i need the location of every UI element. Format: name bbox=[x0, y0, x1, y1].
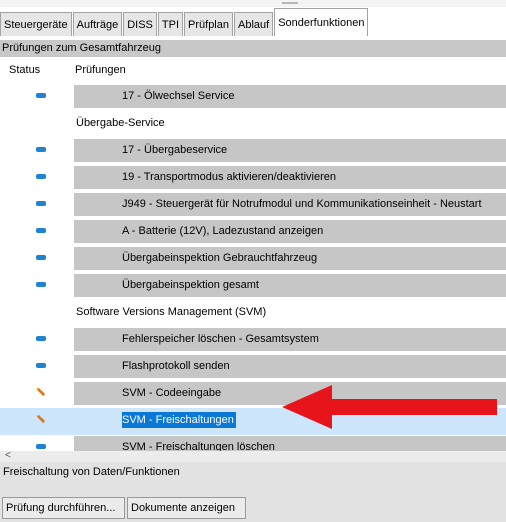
section-header: Prüfungen zum Gesamtfahrzeug bbox=[0, 40, 506, 57]
column-pruefungen[interactable]: Prüfungen bbox=[75, 64, 126, 76]
list-item-label: Flashprotokoll senden bbox=[122, 360, 230, 372]
list-item-label: A - Batterie (12V), Ladezustand anzeigen bbox=[122, 225, 324, 237]
list-item-label: Übergabeinspektion Gebrauchtfahrzeug bbox=[122, 252, 318, 264]
scroll-left-icon[interactable]: < bbox=[5, 450, 11, 461]
status-dash-icon bbox=[36, 147, 46, 152]
resize-grip[interactable] bbox=[282, 2, 298, 4]
tab-ablauf[interactable]: Ablauf bbox=[234, 12, 274, 36]
red-arrow-icon bbox=[282, 385, 497, 429]
list-item[interactable]: Übergabeinspektion gesamt bbox=[0, 273, 506, 300]
status-dash-icon bbox=[36, 174, 46, 179]
window-top-strip bbox=[0, 0, 506, 7]
list-item-label: SVM - Codeeingabe bbox=[122, 387, 222, 399]
column-status[interactable]: Status bbox=[9, 64, 40, 76]
list-item-label: Übergabeinspektion gesamt bbox=[122, 279, 259, 291]
list-item-label: 17 - Übergabeservice bbox=[122, 144, 228, 156]
horizontal-scrollbar[interactable]: < bbox=[0, 450, 506, 462]
column-header: Status Prüfungen bbox=[0, 58, 506, 82]
tab-tpi[interactable]: TPI bbox=[157, 12, 184, 36]
group-row: Software Versions Management (SVM) bbox=[0, 300, 506, 327]
tab-diss[interactable]: DISS bbox=[123, 12, 157, 36]
pen-icon bbox=[36, 388, 45, 397]
tab-auftraege[interactable]: Aufträge bbox=[72, 12, 123, 36]
status-dash-icon bbox=[36, 228, 46, 233]
tab-pruefplan[interactable]: Prüfplan bbox=[184, 12, 233, 36]
list-item-label: J949 - Steuergerät für Notrufmodul und K… bbox=[122, 198, 482, 210]
show-documents-button[interactable]: Dokumente anzeigen bbox=[127, 497, 246, 519]
group-row: Übergabe-Service bbox=[0, 111, 506, 138]
list-item-label: SVM - Freischaltungen bbox=[122, 412, 236, 428]
run-test-button[interactable]: Prüfung durchführen... bbox=[2, 497, 125, 519]
status-dash-icon bbox=[36, 336, 46, 341]
list-item[interactable]: Fehlerspeicher löschen - Gesamtsystem bbox=[0, 327, 506, 354]
status-dash-icon bbox=[36, 363, 46, 368]
list-item-label: Fehlerspeicher löschen - Gesamtsystem bbox=[122, 333, 319, 345]
tab-sonderfunktionen[interactable]: Sonderfunktionen bbox=[274, 8, 369, 36]
tab-steuergeraete[interactable]: Steuergeräte bbox=[0, 12, 72, 36]
list-item[interactable]: 17 - Übergabeservice bbox=[0, 138, 506, 165]
list-item[interactable]: 19 - Transportmodus aktivieren/deaktivie… bbox=[0, 165, 506, 192]
group-label: Software Versions Management (SVM) bbox=[76, 306, 267, 318]
pen-icon bbox=[36, 415, 45, 424]
list-item-label: 19 - Transportmodus aktivieren/deaktivie… bbox=[122, 171, 336, 183]
tab-bar-filler bbox=[369, 12, 506, 36]
list-item[interactable]: Flashprotokoll senden bbox=[0, 354, 506, 381]
group-label: Übergabe-Service bbox=[76, 117, 165, 129]
status-panel: Freischaltung von Daten/Funktionen Prüfu… bbox=[0, 462, 506, 522]
status-dash-icon bbox=[36, 282, 46, 287]
list-item-label: 17 - Ölwechsel Service bbox=[122, 90, 235, 102]
status-dash-icon bbox=[36, 444, 46, 449]
status-text: Freischaltung von Daten/Funktionen bbox=[3, 466, 180, 478]
list-item[interactable]: Übergabeinspektion Gebrauchtfahrzeug bbox=[0, 246, 506, 273]
list-item[interactable]: A - Batterie (12V), Ladezustand anzeigen bbox=[0, 219, 506, 246]
status-dash-icon bbox=[36, 93, 46, 98]
list-item[interactable]: J949 - Steuergerät für Notrufmodul und K… bbox=[0, 192, 506, 219]
status-dash-icon bbox=[36, 255, 46, 260]
tab-bar: Steuergeräte Aufträge DISS TPI Prüfplan … bbox=[0, 7, 506, 36]
list-item[interactable]: 17 - Ölwechsel Service bbox=[0, 84, 506, 111]
status-dash-icon bbox=[36, 201, 46, 206]
